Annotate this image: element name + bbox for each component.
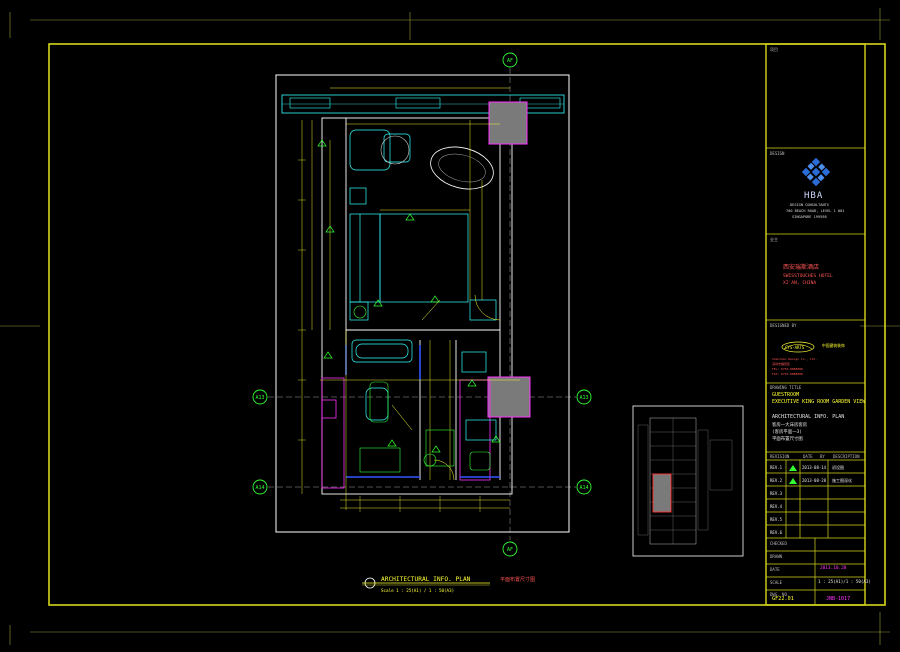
grid-label-a14-left: A14	[255, 485, 264, 491]
rev-header-description: DESCRIPTION	[833, 454, 860, 459]
plan-title-cn2: (客房平面一3)	[772, 430, 802, 435]
rev-1-date: 2013-08-14	[802, 465, 827, 470]
hba-line3: SINGAPORE 199598	[792, 215, 827, 219]
rev-2-date: 2013-08-28	[802, 478, 827, 483]
plan-title-cn3: 平面布置尺寸图	[772, 437, 803, 442]
hba-logo-icon	[801, 157, 831, 187]
room-type: GUESTROOM	[772, 392, 800, 398]
revision-markers	[789, 465, 797, 484]
rev-3-no: REV.3	[770, 491, 783, 496]
hba-word: HBA	[804, 191, 824, 201]
company-name: CYS-ARTS	[785, 345, 805, 350]
hotel-cn: 西安瑞斯酒店	[783, 264, 820, 271]
round-table	[430, 146, 494, 190]
plan-caption-cn: 平面布置尺寸图	[500, 576, 535, 583]
company-line-1: Shenzhen Design Co., Ltd.	[772, 357, 818, 361]
chair-circle	[380, 135, 410, 165]
drawing-label: DRAWING TITLE	[770, 385, 802, 390]
dwg-no: GF22.01	[772, 596, 794, 602]
grid-label-af-bottom: AF	[507, 547, 513, 553]
grid-lines	[268, 68, 576, 540]
scale-label: SCALE	[770, 580, 783, 585]
plan-title-cn1: 客房一大床房客房	[772, 423, 808, 428]
project-label: 项目	[770, 47, 778, 52]
room-name: EXECUTIVE KING ROOM GARDEN VIEW	[772, 399, 866, 405]
plan-caption-scale: Scale 1 : 25(A1) / 1 : 50(A3)	[381, 588, 454, 593]
rev-header-date: DATE	[803, 454, 813, 459]
grid-label-a13-left: A13	[255, 395, 264, 401]
grid-label-af-top: AF	[507, 58, 513, 64]
outer-frame	[0, 8, 900, 645]
column-upper	[488, 101, 528, 145]
grid-bubbles: AF AF A13 A13 A14 A14	[252, 52, 592, 557]
grid-label-a13-right: A13	[579, 395, 588, 401]
plan-caption-title: ARCHITECTURAL INFO. PLAN	[381, 576, 471, 583]
key-plan	[632, 405, 744, 557]
hba-line1: DESIGN CONSULTANTS	[790, 203, 829, 207]
rev-6-no: REV.6	[770, 530, 783, 535]
design-label: DESIGN	[770, 151, 785, 156]
sheet-border	[48, 43, 886, 606]
drawn-label: DRAWN	[770, 554, 783, 559]
rev-1-no: REV.1	[770, 465, 783, 470]
operator-label: DESIGNED BY	[770, 323, 797, 328]
furniture	[349, 129, 497, 441]
date-value: 2013.10.28	[820, 566, 847, 571]
annotation-markers	[317, 139, 501, 453]
client-label: 业主	[770, 237, 778, 242]
company-line-3: TEL: 0755-8888888	[772, 367, 803, 371]
dimension-ticks	[298, 159, 481, 512]
rev-header-by: BY	[820, 454, 825, 459]
checked-label: CHECKED	[770, 541, 787, 546]
rev-5-no: REV.5	[770, 517, 783, 522]
bathroom-fixtures	[359, 381, 491, 473]
job-no: JNB-1017	[826, 596, 851, 602]
blue-elements	[345, 345, 500, 478]
drawing-canvas: AF AF A13 A13 A14 A14 ARCHITECTURAL INFO…	[0, 8, 900, 645]
plan-walls	[321, 117, 513, 495]
company-line-2: 深圳市福田区	[772, 362, 791, 366]
lamp-circle	[353, 305, 367, 319]
hba-line2: 700 BEACH ROAD, LEVEL 1 #01	[786, 209, 845, 213]
rev-2-no: REV.2	[770, 478, 783, 483]
column-lower	[487, 376, 531, 418]
hotel-city: XI'AN, CHINA	[783, 281, 817, 286]
dimension-lines	[301, 120, 520, 510]
plan-title: ARCHITECTURAL INFO. PLAN	[772, 414, 845, 420]
rev-1-desc: 初设图	[832, 465, 844, 470]
grid-label-a14-right: A14	[579, 485, 588, 491]
rev-header-revision: REVISION	[770, 454, 790, 459]
date-label: DATE	[770, 567, 780, 572]
rev-4-no: REV.4	[770, 504, 783, 509]
company-line-4: FAX: 0755-8888888	[772, 372, 803, 376]
rev-2-desc: 施工图深化	[832, 478, 852, 483]
partition-walls	[321, 377, 491, 489]
scale-value: 1 : 25(A1)/1 : 50(A3)	[818, 579, 871, 584]
company-sub: 中国建筑装饰	[822, 343, 845, 348]
hotel-en: SWISSTOUCHES HOTEL	[783, 274, 833, 279]
